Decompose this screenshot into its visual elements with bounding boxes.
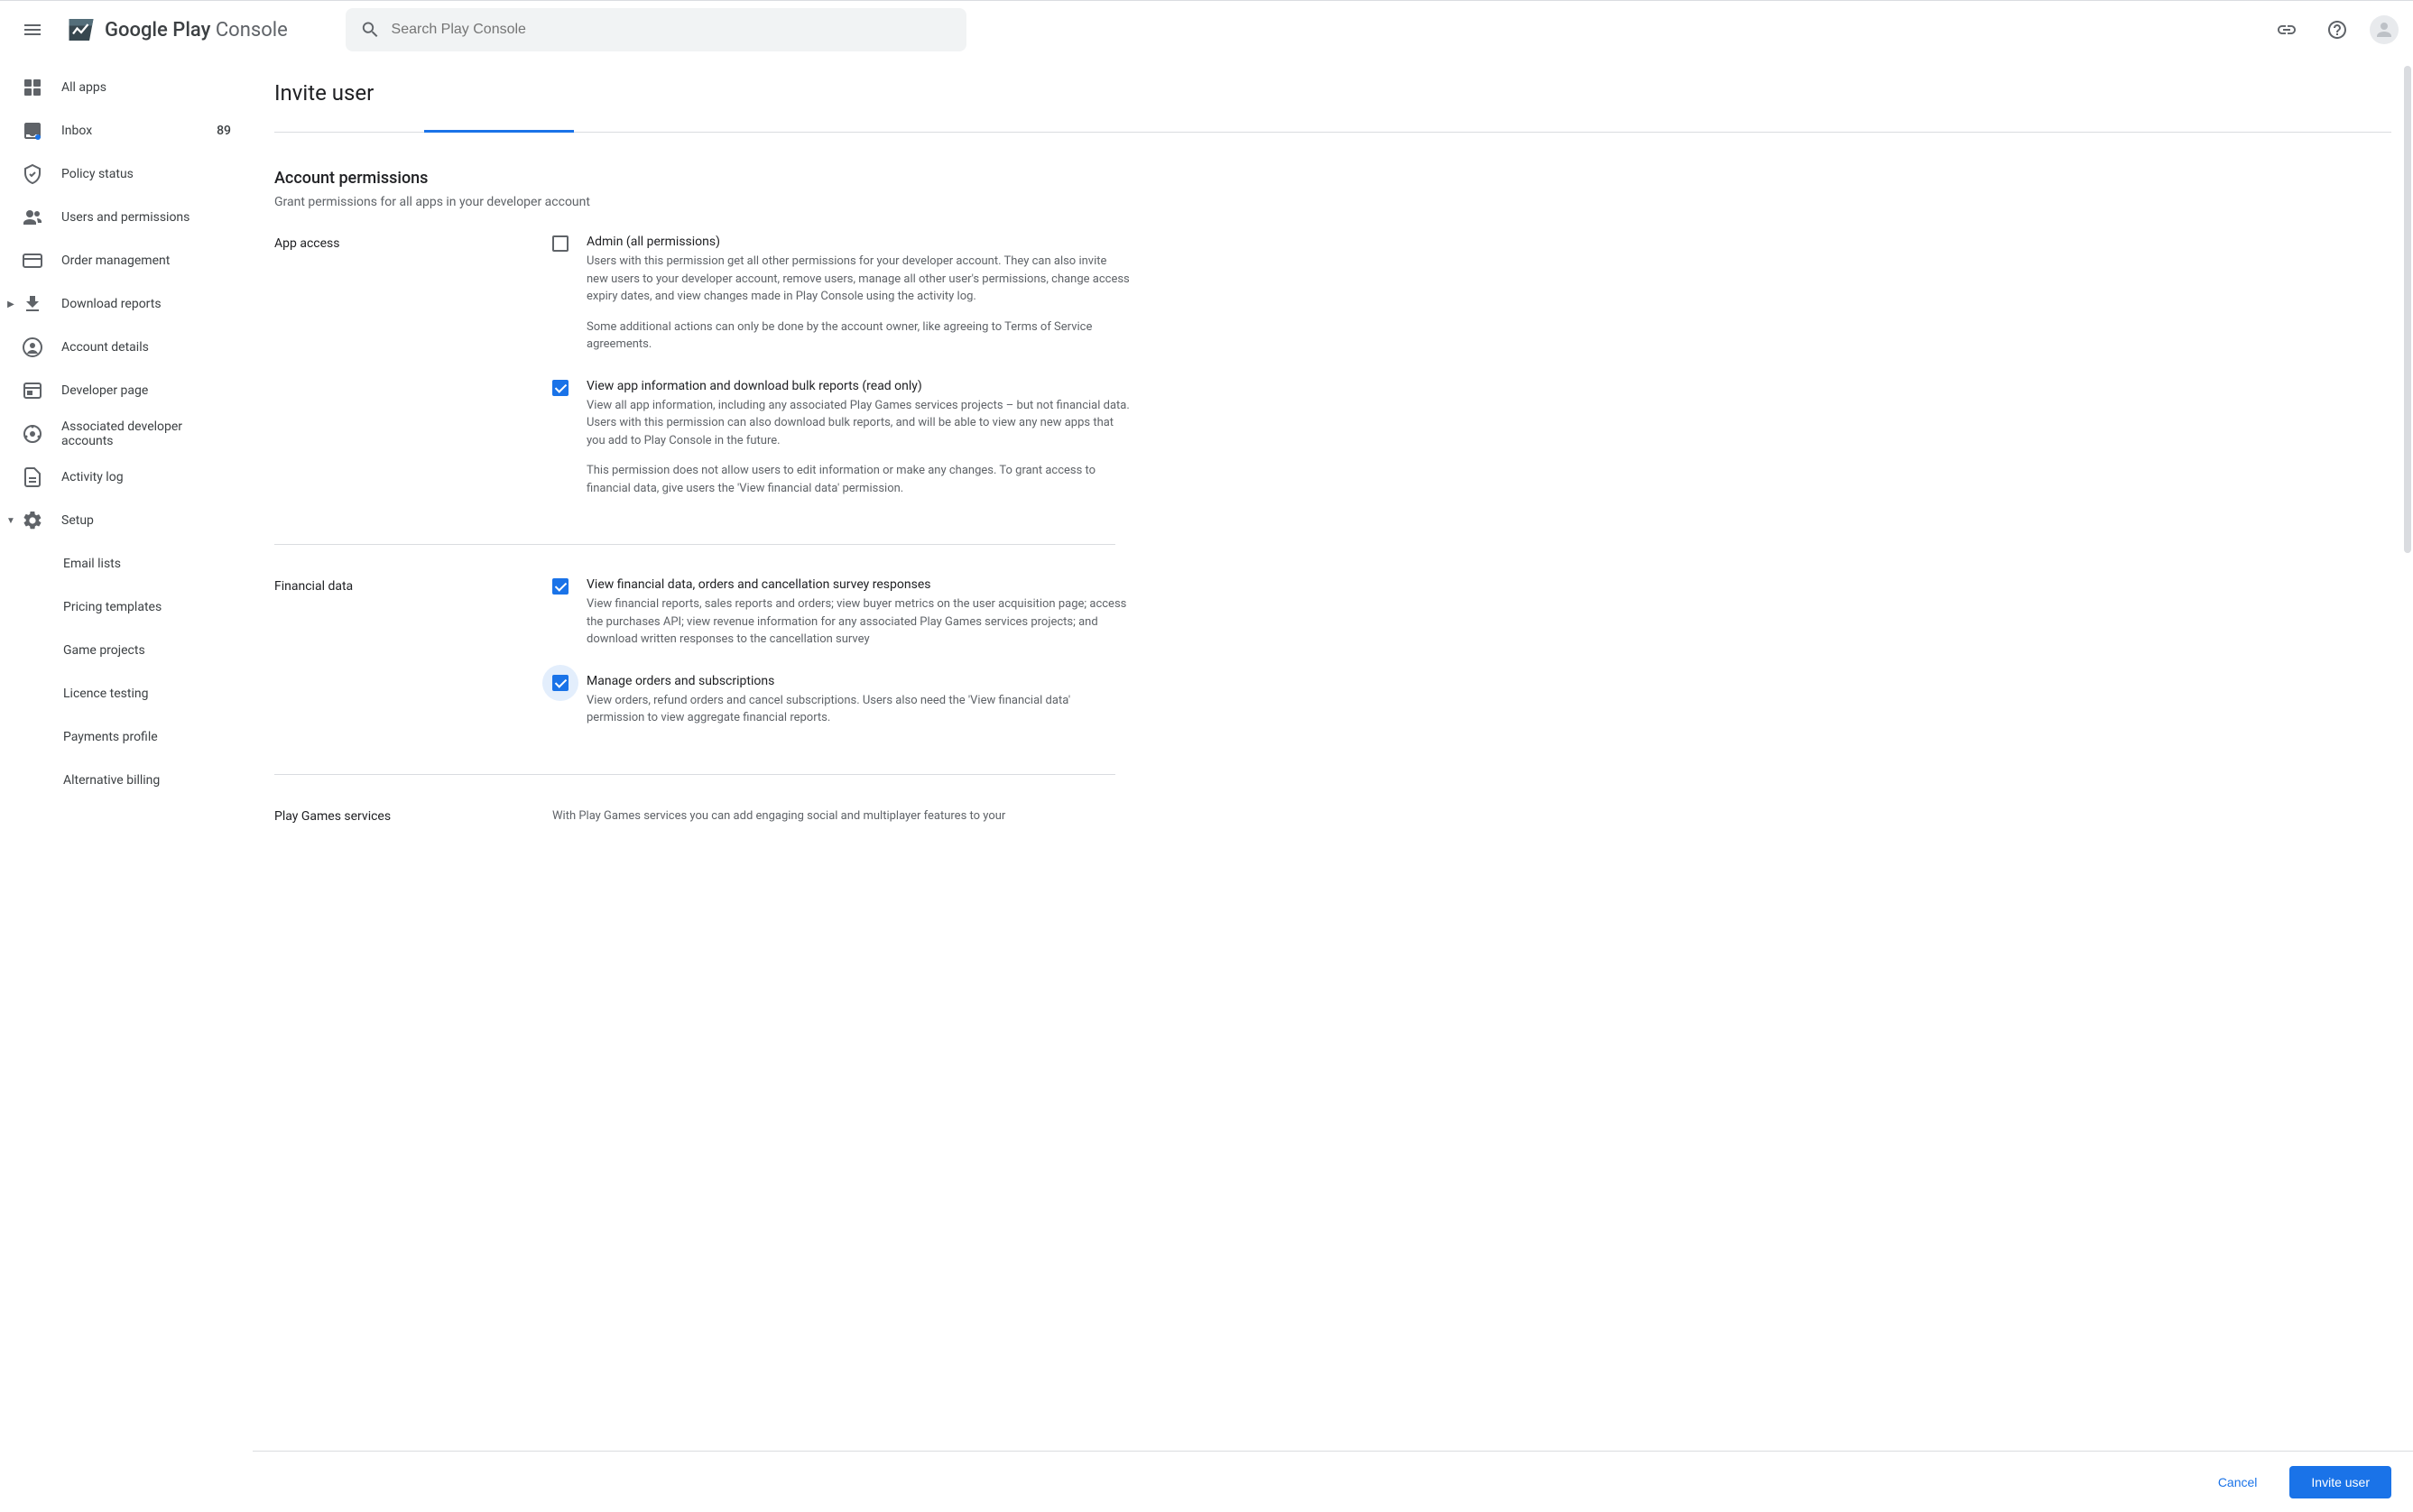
permission-description: Some additional actions can only be done… bbox=[587, 318, 1130, 354]
permission-label: View financial data, orders and cancella… bbox=[587, 577, 1130, 592]
sidebar-subitem[interactable]: Pricing templates bbox=[0, 585, 253, 629]
search-input[interactable] bbox=[392, 22, 952, 38]
logo[interactable]: Google Play Console bbox=[65, 14, 288, 46]
sidebar-item-label: Associated developer accounts bbox=[61, 419, 231, 448]
permission-item: View app information and download bulk r… bbox=[552, 379, 1130, 498]
permission-checkbox[interactable] bbox=[552, 380, 569, 396]
chevron-right-icon: ▶ bbox=[4, 300, 18, 309]
divider bbox=[274, 774, 1115, 775]
permission-category: App access bbox=[274, 235, 552, 522]
permission-item: Admin (all permissions) Users with this p… bbox=[552, 235, 1130, 354]
section-title: Account permissions bbox=[274, 169, 2391, 188]
shield-icon bbox=[22, 163, 43, 185]
sidebar-item-gear[interactable]: ▼ Setup bbox=[0, 499, 253, 542]
sidebar-subitem[interactable]: Payments profile bbox=[0, 715, 253, 759]
permission-description: View financial reports, sales reports an… bbox=[587, 595, 1130, 649]
sidebar-item-label: Users and permissions bbox=[61, 210, 231, 225]
play-console-logo-icon bbox=[65, 14, 97, 46]
permission-checkbox[interactable] bbox=[552, 675, 569, 691]
permission-description: View all app information, including any … bbox=[587, 397, 1130, 450]
divider bbox=[274, 544, 1115, 545]
sidebar-item-inbox[interactable]: Inbox 89 bbox=[0, 109, 253, 152]
permission-item: View financial data, orders and cancella… bbox=[552, 577, 1130, 649]
scrollbar-track[interactable] bbox=[2404, 66, 2411, 553]
sidebar-item-card[interactable]: Order management bbox=[0, 239, 253, 282]
link-button[interactable] bbox=[2269, 12, 2305, 48]
permission-category: Play Games services bbox=[274, 807, 552, 825]
avatar-icon bbox=[2373, 19, 2395, 41]
page-icon bbox=[22, 380, 43, 401]
sidebar-item-label: Activity log bbox=[61, 470, 231, 484]
sidebar-subitem[interactable]: Email lists bbox=[0, 542, 253, 585]
permission-checkbox[interactable] bbox=[552, 235, 569, 252]
permission-group: Financial data View financial data, order… bbox=[274, 574, 2391, 756]
permission-group: App access Admin (all permissions) Users w… bbox=[274, 231, 2391, 526]
sidebar-item-label: Email lists bbox=[63, 557, 231, 571]
sidebar-item-page[interactable]: Developer page bbox=[0, 369, 253, 412]
sidebar-item-link[interactable]: Associated developer accounts bbox=[0, 412, 253, 456]
permission-label: View app information and download bulk r… bbox=[587, 379, 1130, 393]
permission-group: Play Games servicesWith Play Games servi… bbox=[274, 804, 2391, 829]
gear-icon bbox=[22, 510, 43, 531]
permission-label: Manage orders and subscriptions bbox=[587, 674, 1130, 688]
link-icon bbox=[2276, 19, 2297, 41]
sidebar-item-label: Download reports bbox=[61, 297, 231, 311]
permission-description: View orders, refund orders and cancel su… bbox=[587, 692, 1130, 727]
sidebar-item-download[interactable]: ▶ Download reports bbox=[0, 282, 253, 326]
sidebar-item-label: Policy status bbox=[61, 167, 231, 181]
sidebar-item-people[interactable]: Users and permissions bbox=[0, 196, 253, 239]
sidebar-subitem[interactable]: Licence testing bbox=[0, 672, 253, 715]
menu-button[interactable] bbox=[14, 12, 51, 48]
section-subtitle: Grant permissions for all apps in your d… bbox=[274, 195, 2391, 209]
search-icon bbox=[360, 19, 381, 41]
search-box[interactable] bbox=[346, 8, 966, 51]
help-icon bbox=[2326, 19, 2348, 41]
hamburger-icon bbox=[22, 19, 43, 41]
active-tab-indicator bbox=[424, 130, 574, 133]
permission-description: This permission does not allow users to … bbox=[587, 462, 1130, 497]
permission-label: Admin (all permissions) bbox=[587, 235, 1130, 249]
sidebar: All apps Inbox 89 Policy status Users and pe… bbox=[0, 59, 253, 1512]
sidebar-item-label: Developer page bbox=[61, 383, 231, 398]
account-icon bbox=[22, 337, 43, 358]
help-button[interactable] bbox=[2319, 12, 2355, 48]
account-avatar[interactable] bbox=[2370, 15, 2399, 44]
people-icon bbox=[22, 207, 43, 228]
sidebar-item-label: Alternative billing bbox=[63, 773, 231, 788]
sidebar-item-log[interactable]: Activity log bbox=[0, 456, 253, 499]
invite-user-button[interactable]: Invite user bbox=[2289, 1466, 2391, 1498]
sidebar-item-label: Order management bbox=[61, 254, 231, 268]
download-icon bbox=[22, 293, 43, 315]
permission-item: Manage orders and subscriptions View orde… bbox=[552, 674, 1130, 727]
inbox-icon bbox=[22, 120, 43, 142]
sidebar-item-apps[interactable]: All apps bbox=[0, 66, 253, 109]
group-intro: With Play Games services you can add eng… bbox=[552, 807, 1130, 825]
tab-bar bbox=[274, 127, 2391, 133]
apps-icon bbox=[22, 77, 43, 98]
sidebar-item-label: Licence testing bbox=[63, 687, 231, 701]
permission-description: Users with this permission get all other… bbox=[587, 253, 1130, 306]
permission-category: Financial data bbox=[274, 577, 552, 752]
logo-text: Google Play Console bbox=[105, 19, 288, 41]
chevron-down-icon: ▼ bbox=[4, 516, 18, 526]
log-icon bbox=[22, 466, 43, 488]
sidebar-item-label: Pricing templates bbox=[63, 600, 231, 614]
link-icon bbox=[22, 423, 43, 445]
permission-checkbox[interactable] bbox=[552, 578, 569, 595]
sidebar-item-label: Payments profile bbox=[63, 730, 231, 744]
card-icon bbox=[22, 250, 43, 272]
page-title: Invite user bbox=[274, 80, 2391, 106]
inbox-badge: 89 bbox=[217, 124, 231, 138]
sidebar-item-label: Game projects bbox=[63, 643, 231, 658]
sidebar-item-label: Setup bbox=[61, 513, 231, 528]
sidebar-item-label: Account details bbox=[61, 340, 231, 355]
sidebar-item-label: Inbox bbox=[61, 124, 199, 138]
sidebar-subitem[interactable]: Alternative billing bbox=[0, 759, 253, 802]
sidebar-item-label: All apps bbox=[61, 80, 231, 95]
sidebar-item-account[interactable]: Account details bbox=[0, 326, 253, 369]
cancel-button[interactable]: Cancel bbox=[2196, 1466, 2279, 1498]
sidebar-item-shield[interactable]: Policy status bbox=[0, 152, 253, 196]
sidebar-subitem[interactable]: Game projects bbox=[0, 629, 253, 672]
